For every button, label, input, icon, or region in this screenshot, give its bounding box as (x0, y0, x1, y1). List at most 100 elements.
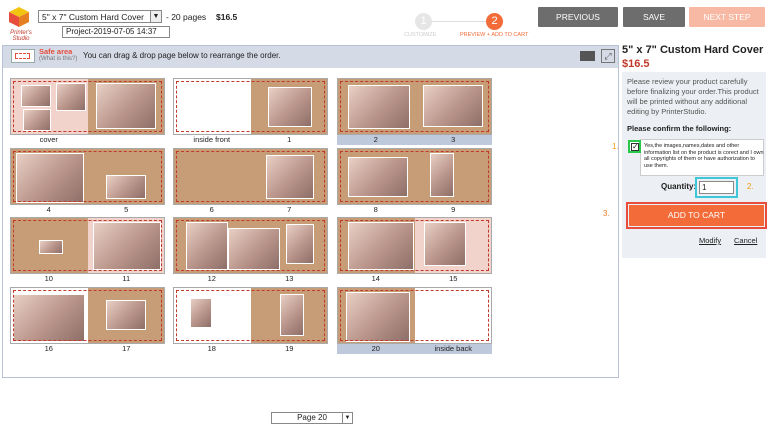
spread-thumbnail[interactable] (173, 217, 328, 274)
cancel-link[interactable]: Cancel (734, 236, 757, 245)
spread-thumbnail[interactable] (10, 217, 165, 274)
step-connector (432, 21, 486, 22)
logo-text: Printer's Studio (10, 30, 32, 42)
spread-thumbnail[interactable] (10, 287, 165, 344)
product-select[interactable]: 5" x 7" Custom Hard Cover ▼ (38, 10, 162, 23)
right-page-label: inside back (434, 344, 473, 353)
right-page-label: 7 (287, 205, 292, 214)
header-price: $16.5 (216, 12, 238, 22)
quantity-label: Quantity: (661, 182, 697, 191)
photo-thumbnail (266, 155, 314, 199)
spread-thumbnail[interactable] (173, 78, 328, 135)
photo-thumbnail (348, 157, 408, 197)
product-price: $16.5 (622, 58, 650, 70)
confirm-heading: Please confirm the following: (627, 124, 732, 133)
add-to-cart-button[interactable]: ADD TO CART (629, 205, 764, 226)
spread-label: 10 11 (10, 274, 165, 284)
right-page-label: 19 (285, 344, 294, 353)
left-page-label: 10 (44, 274, 53, 283)
spread-thumbnail[interactable] (337, 148, 492, 205)
left-page (174, 288, 251, 343)
review-text: Please review your product carefully bef… (627, 77, 759, 116)
photo-thumbnail (13, 294, 85, 342)
spread-label: 89 (337, 205, 492, 215)
right-page-label: 3 (451, 135, 456, 144)
spread-thumbnail[interactable] (173, 287, 328, 344)
photo-thumbnail (56, 83, 86, 111)
right-page-label: 17 (122, 344, 131, 353)
product-select-value: 5" x 7" Custom Hard Cover (42, 12, 144, 22)
right-page-label: 1 (287, 135, 292, 144)
page-arrangement-area: Safe area (What is this?) You can drag &… (2, 45, 619, 424)
drag-instruction: You can drag & drop page below to rearra… (83, 51, 281, 60)
spread-grid: cover inside front 1 2 3 4 5 6 7 8 9 10 11 12 13 14 15 16… (3, 68, 618, 365)
left-page-label: 6 (209, 205, 214, 214)
left-page-label: 18 (207, 344, 216, 353)
agreement-checkbox[interactable]: ✓ (628, 140, 641, 153)
step-1-label: CUSTOMIZE (404, 32, 437, 38)
spread-thumbnail[interactable] (337, 217, 492, 274)
spread-label: inside front 1 (173, 135, 328, 145)
save-button[interactable]: SAVE (623, 7, 685, 27)
left-page-label: 8 (373, 205, 378, 214)
quantity-input[interactable]: 1 (699, 181, 734, 194)
left-page-label: 20 (371, 344, 380, 353)
next-step-button[interactable]: NEXT STEP (689, 7, 765, 27)
spread-thumbnail[interactable] (337, 78, 492, 135)
step-2: 2 (486, 13, 503, 30)
marker-2: 2. (747, 182, 754, 191)
right-page-label: 9 (451, 205, 456, 214)
photo-thumbnail (186, 222, 228, 270)
spread-label: 12 13 (173, 274, 328, 284)
spread-thumbnail[interactable] (173, 148, 328, 205)
left-page-label: 14 (371, 274, 380, 283)
photo-thumbnail (16, 153, 84, 203)
chevron-down-icon: ▼ (150, 11, 161, 22)
toolbar: Safe area (What is this?) You can drag &… (3, 46, 618, 68)
printer-studio-logo[interactable]: Printer's Studio (4, 4, 36, 42)
page-select-value: Page 20 (297, 413, 327, 422)
photo-thumbnail (23, 109, 51, 131)
left-page (174, 149, 251, 204)
previous-button[interactable]: PREVIOUS (538, 7, 618, 27)
spread-label: 23 (337, 135, 492, 145)
photo-thumbnail (286, 224, 314, 264)
left-page-label: inside front (193, 135, 231, 144)
spread-thumbnail[interactable] (337, 287, 492, 344)
left-page-label: 12 (207, 274, 216, 283)
spread-label: 16 17 (10, 344, 165, 354)
right-page-label: 15 (449, 274, 458, 283)
spread-label: 18 19 (173, 344, 328, 354)
spread-label: 14 15 (337, 274, 492, 284)
photo-thumbnail (106, 300, 146, 330)
spread-label: cover (10, 135, 165, 145)
marker-1: 1. (612, 142, 619, 151)
right-page (414, 288, 491, 343)
expand-icon[interactable]: ⤢ (601, 49, 615, 63)
photo-thumbnail (424, 222, 466, 266)
spread-thumbnail[interactable] (10, 78, 165, 135)
page-select[interactable]: Page 20 ▼ (271, 412, 353, 424)
checkmark-icon: ✓ (631, 142, 639, 151)
photo-thumbnail (268, 87, 312, 127)
project-name-field[interactable]: Project-2019-07-05 14:37 (62, 26, 170, 38)
photo-thumbnail (348, 85, 410, 129)
right-page-label: 5 (124, 205, 129, 214)
safe-area-label[interactable]: Safe area (39, 47, 72, 56)
photo-thumbnail (21, 85, 51, 107)
photo-thumbnail (106, 175, 146, 199)
what-is-this-link[interactable]: (What is this?) (39, 56, 77, 62)
photo-thumbnail (280, 294, 304, 336)
photo-thumbnail (93, 222, 161, 270)
photo-thumbnail (96, 83, 156, 129)
spread-label: 20 inside back (337, 344, 492, 354)
modify-link[interactable]: Modify (699, 236, 721, 245)
step-1[interactable]: 1 (415, 13, 432, 30)
step-2-label: PREVIEW + ADD TO CART (460, 32, 529, 38)
right-page-label: 11 (122, 274, 131, 283)
spread-thumbnail[interactable] (10, 148, 165, 205)
single-view-icon[interactable] (580, 51, 595, 61)
photo-thumbnail (39, 240, 63, 254)
photo-thumbnail (190, 298, 212, 328)
right-page-label: 13 (285, 274, 294, 283)
